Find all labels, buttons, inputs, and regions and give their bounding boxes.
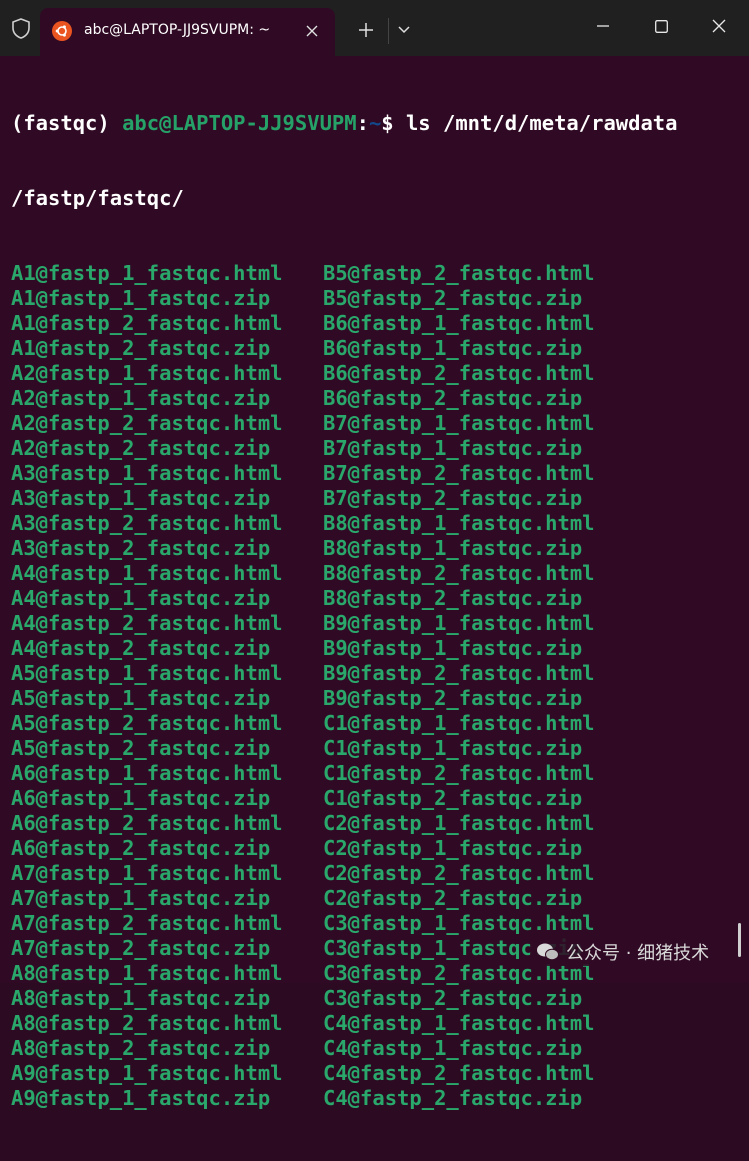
file-entry: A3@fastp_1_fastqc.zip	[11, 486, 271, 510]
ubuntu-icon	[52, 21, 72, 41]
file-entry: C2@fastp_2_fastqc.html	[323, 861, 595, 885]
file-entry: A2@fastp_1_fastqc.zip	[11, 386, 271, 410]
chevron-down-icon	[398, 26, 410, 34]
file-entry: A7@fastp_1_fastqc.zip	[11, 886, 271, 910]
file-entry: A3@fastp_1_fastqc.html	[11, 461, 283, 485]
plus-icon	[359, 23, 373, 37]
file-entry: B8@fastp_1_fastqc.zip	[323, 536, 583, 560]
file-entry: A3@fastp_2_fastqc.html	[11, 511, 283, 535]
file-entry: A3@fastp_2_fastqc.zip	[11, 536, 271, 560]
file-entry: B8@fastp_2_fastqc.zip	[323, 586, 583, 610]
scrollbar-thumb[interactable]	[738, 923, 741, 957]
tab-dropdown-button[interactable]	[384, 8, 424, 52]
prompt-dollar: $	[381, 111, 406, 135]
file-entry: C2@fastp_1_fastqc.zip	[323, 836, 583, 860]
file-entry: B7@fastp_2_fastqc.html	[323, 461, 595, 485]
file-entry: B5@fastp_2_fastqc.zip	[323, 286, 583, 310]
file-entry: A5@fastp_1_fastqc.html	[11, 661, 283, 685]
file-entry: B9@fastp_1_fastqc.zip	[323, 636, 583, 660]
file-entry: C4@fastp_2_fastqc.zip	[323, 1086, 583, 1110]
conda-env: (fastqc)	[11, 111, 123, 135]
file-entry: B6@fastp_1_fastqc.zip	[323, 336, 583, 360]
file-entry: A8@fastp_2_fastqc.html	[11, 1011, 283, 1035]
file-entry: A6@fastp_1_fastqc.html	[11, 761, 283, 785]
tab-terminal[interactable]: abc@LAPTOP-JJ9SVUPM: ~	[40, 8, 335, 56]
prompt-colon: :	[356, 111, 369, 135]
minimize-icon	[597, 25, 609, 27]
file-entry: A7@fastp_1_fastqc.html	[11, 861, 283, 885]
file-entry: B9@fastp_1_fastqc.html	[323, 611, 595, 635]
file-entry: A2@fastp_1_fastqc.html	[11, 361, 283, 385]
new-tab-button[interactable]	[346, 8, 386, 52]
file-entry: C1@fastp_2_fastqc.html	[323, 761, 595, 785]
file-entry: A4@fastp_1_fastqc.zip	[11, 586, 271, 610]
file-entry: C2@fastp_2_fastqc.zip	[323, 886, 583, 910]
file-entry: C2@fastp_1_fastqc.html	[323, 811, 595, 835]
file-entry: C1@fastp_1_fastqc.zip	[323, 736, 583, 760]
file-entry: B9@fastp_2_fastqc.html	[323, 661, 595, 685]
maximize-button[interactable]	[632, 0, 690, 52]
watermark: 公众号 · 细猪技术	[530, 938, 716, 966]
file-entry: B7@fastp_1_fastqc.html	[323, 411, 595, 435]
file-entry: C3@fastp_2_fastqc.zip	[323, 986, 583, 1010]
file-entry: A8@fastp_1_fastqc.zip	[11, 986, 271, 1010]
file-entry: B6@fastp_2_fastqc.html	[323, 361, 595, 385]
file-entry: C1@fastp_1_fastqc.html	[323, 711, 595, 735]
file-entry: B7@fastp_2_fastqc.zip	[323, 486, 583, 510]
watermark-text: 公众号 · 细猪技术	[566, 943, 710, 964]
prompt-path: ~	[368, 111, 382, 135]
file-entry: B9@fastp_2_fastqc.zip	[323, 686, 583, 710]
command-text-wrap: /fastp/fastqc/	[11, 186, 184, 210]
file-entry: A5@fastp_2_fastqc.html	[11, 711, 283, 735]
file-entry: A8@fastp_1_fastqc.html	[11, 961, 283, 985]
file-entry: A7@fastp_2_fastqc.html	[11, 911, 283, 935]
file-entry: B8@fastp_2_fastqc.html	[323, 561, 595, 585]
maximize-icon	[654, 19, 668, 33]
file-column-1: A1@fastp_1_fastqc.html A1@fastp_1_fastqc.…	[11, 261, 323, 1111]
file-entry: C3@fastp_1_fastqc.html	[323, 911, 595, 935]
file-entry: B6@fastp_1_fastqc.html	[323, 311, 595, 335]
title-bar: abc@LAPTOP-JJ9SVUPM: ~	[0, 0, 749, 56]
terminal-output[interactable]: (fastqc) abc@LAPTOP-JJ9SVUPM:~$ ls /mnt/…	[0, 56, 749, 1110]
file-entry: A9@fastp_1_fastqc.zip	[11, 1086, 271, 1110]
minimize-button[interactable]	[574, 0, 632, 52]
file-entry: A1@fastp_2_fastqc.zip	[11, 336, 271, 360]
file-entry: A5@fastp_2_fastqc.zip	[11, 736, 271, 760]
file-entry: C4@fastp_1_fastqc.zip	[323, 1036, 583, 1060]
file-entry: C1@fastp_2_fastqc.zip	[323, 786, 583, 810]
prompt-userhost: abc@LAPTOP-JJ9SVUPM	[122, 111, 357, 135]
wechat-icon	[536, 942, 560, 962]
terminal-window: abc@LAPTOP-JJ9SVUPM: ~ (fastqc) abc@LAPT…	[0, 0, 749, 1110]
file-entry: A6@fastp_2_fastqc.html	[11, 811, 283, 835]
file-entry: B6@fastp_2_fastqc.zip	[323, 386, 583, 410]
file-entry: A6@fastp_2_fastqc.zip	[11, 836, 271, 860]
file-entry: A5@fastp_1_fastqc.zip	[11, 686, 271, 710]
file-entry: B5@fastp_2_fastqc.html	[323, 261, 595, 285]
file-entry: A7@fastp_2_fastqc.zip	[11, 936, 271, 960]
file-entry: A6@fastp_1_fastqc.zip	[11, 786, 271, 810]
file-listing: A1@fastp_1_fastqc.html A1@fastp_1_fastqc.…	[11, 261, 749, 1111]
file-entry: B8@fastp_1_fastqc.html	[323, 511, 595, 535]
file-entry: A9@fastp_1_fastqc.html	[11, 1061, 283, 1085]
file-entry: C4@fastp_1_fastqc.html	[323, 1011, 595, 1035]
command-text: ls /mnt/d/meta/rawdata	[405, 111, 678, 135]
tab-title: abc@LAPTOP-JJ9SVUPM: ~	[84, 22, 271, 38]
file-entry: A1@fastp_1_fastqc.zip	[11, 286, 271, 310]
file-column-2: B5@fastp_2_fastqc.html B5@fastp_2_fastqc.…	[323, 261, 595, 1111]
close-tab-icon[interactable]	[299, 18, 325, 44]
file-entry: A2@fastp_2_fastqc.html	[11, 411, 283, 435]
file-entry: A1@fastp_2_fastqc.html	[11, 311, 283, 335]
prompt-line: (fastqc) abc@LAPTOP-JJ9SVUPM:~$ ls /mnt/…	[11, 111, 749, 136]
file-entry: A4@fastp_2_fastqc.zip	[11, 636, 271, 660]
file-entry: C4@fastp_2_fastqc.html	[323, 1061, 595, 1085]
file-entry: A8@fastp_2_fastqc.zip	[11, 1036, 271, 1060]
file-entry: A4@fastp_2_fastqc.html	[11, 611, 283, 635]
shield-icon[interactable]	[10, 16, 32, 40]
file-entry: A4@fastp_1_fastqc.html	[11, 561, 283, 585]
file-entry: A2@fastp_2_fastqc.zip	[11, 436, 271, 460]
file-entry: B7@fastp_1_fastqc.zip	[323, 436, 583, 460]
file-entry: A1@fastp_1_fastqc.html	[11, 261, 283, 285]
close-window-button[interactable]	[690, 0, 748, 52]
close-icon	[712, 19, 726, 33]
